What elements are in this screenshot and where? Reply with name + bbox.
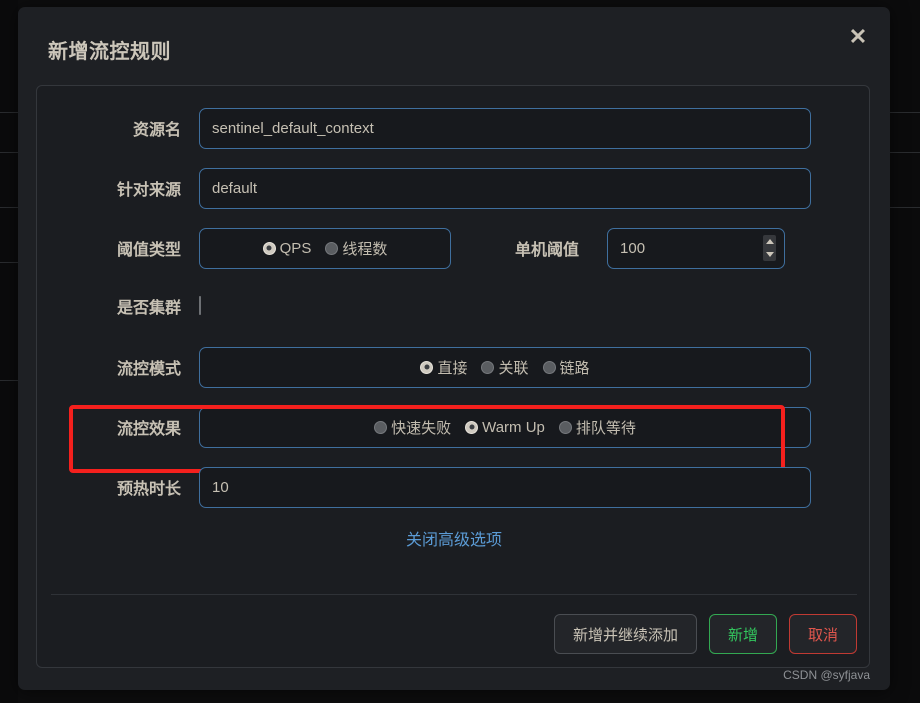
origin-label: 针对来源 bbox=[116, 182, 181, 199]
flow-effect-label: 流控效果 bbox=[116, 421, 181, 438]
radio-flow-mode-associate[interactable]: 关联 bbox=[481, 357, 529, 378]
add-button[interactable]: 新增 bbox=[708, 614, 777, 654]
form-row-resource: 资源名 bbox=[37, 106, 871, 150]
threshold-type-field: QPS 线程数 bbox=[199, 227, 451, 269]
close-icon[interactable]: ✕ bbox=[844, 23, 872, 51]
add-and-continue-button[interactable]: 新增并继续添加 bbox=[553, 614, 697, 654]
threshold-type-radio-group: QPS 线程数 bbox=[199, 227, 451, 269]
radio-dot-icon bbox=[558, 420, 572, 434]
background-row-divider bbox=[0, 262, 18, 263]
background-row-divider bbox=[890, 152, 920, 153]
warmup-duration-input[interactable] bbox=[199, 466, 811, 508]
radio-dot-icon bbox=[374, 420, 388, 434]
single-threshold-field bbox=[607, 227, 786, 269]
background-row-divider bbox=[890, 112, 920, 113]
radio-label: Warm Up bbox=[482, 418, 545, 436]
radio-label: QPS bbox=[279, 239, 312, 257]
footer-divider bbox=[51, 594, 857, 595]
background-row-divider bbox=[0, 112, 18, 113]
flow-rule-form: 资源名 针对来源 阈值类型 QPS bbox=[36, 85, 870, 668]
resource-field bbox=[199, 107, 811, 149]
radio-dot-icon bbox=[481, 360, 495, 374]
radio-label: 链路 bbox=[559, 359, 590, 377]
background-table-column bbox=[0, 0, 18, 703]
radio-threshold-type-thread[interactable]: 线程数 bbox=[325, 238, 387, 259]
cancel-button[interactable]: 取消 bbox=[788, 614, 857, 654]
background-row-divider bbox=[0, 152, 18, 153]
origin-input[interactable] bbox=[199, 167, 811, 209]
radio-flow-effect-fast-fail[interactable]: 快速失败 bbox=[374, 417, 451, 438]
resource-label: 资源名 bbox=[132, 122, 181, 139]
form-row-warmup-duration: 预热时长 bbox=[37, 465, 871, 509]
dialog-title: 新增流控规则 bbox=[48, 41, 171, 63]
toggle-advanced-options-link[interactable]: 关闭高级选项 bbox=[37, 526, 871, 550]
radio-flow-effect-warm-up[interactable]: Warm Up bbox=[465, 419, 545, 436]
flow-mode-radio-group: 直接 关联 链路 bbox=[199, 346, 811, 388]
cluster-checkbox[interactable] bbox=[199, 296, 201, 315]
form-row-origin: 针对来源 bbox=[37, 166, 871, 210]
radio-dot-icon bbox=[325, 241, 339, 255]
radio-label: 关联 bbox=[498, 359, 529, 377]
origin-field bbox=[199, 167, 811, 209]
radio-dot-icon bbox=[262, 241, 276, 255]
single-threshold-stepper[interactable] bbox=[763, 235, 777, 261]
flow-effect-radio-group: 快速失败 Warm Up 排队等待 bbox=[199, 406, 811, 448]
radio-dot-icon bbox=[465, 420, 479, 434]
background-row-divider bbox=[0, 207, 18, 208]
single-threshold-input[interactable] bbox=[607, 227, 786, 269]
radio-label: 直接 bbox=[437, 359, 468, 377]
form-row-threshold-type: 阈值类型 QPS 线程数 单机阈值 bbox=[37, 226, 871, 270]
radio-flow-mode-direct[interactable]: 直接 bbox=[420, 357, 467, 378]
background-row-divider bbox=[0, 380, 18, 381]
dialog-footer: 新增并继续添加 新增 取消 bbox=[37, 614, 857, 654]
flow-mode-label: 流控模式 bbox=[116, 361, 181, 378]
threshold-type-label: 阈值类型 bbox=[116, 242, 181, 259]
form-row-flow-effect: 流控效果 快速失败 Warm Up 排队等待 bbox=[37, 405, 871, 449]
radio-dot-icon bbox=[542, 360, 556, 374]
warmup-duration-label: 预热时长 bbox=[116, 481, 181, 498]
caret-down-icon[interactable] bbox=[765, 252, 774, 257]
warmup-duration-field bbox=[199, 466, 811, 508]
radio-dot-icon bbox=[420, 360, 434, 374]
radio-label: 线程数 bbox=[342, 240, 388, 258]
add-flow-rule-dialog: 新增流控规则 ✕ 资源名 针对来源 阈值类型 bbox=[18, 7, 890, 690]
form-row-flow-mode: 流控模式 直接 关联 链路 bbox=[37, 345, 871, 389]
single-threshold-label: 单机阈值 bbox=[515, 242, 580, 259]
cluster-label: 是否集群 bbox=[116, 300, 181, 317]
background-row-divider bbox=[890, 207, 920, 208]
radio-flow-mode-chain[interactable]: 链路 bbox=[542, 357, 590, 378]
radio-flow-effect-queue[interactable]: 排队等待 bbox=[558, 417, 636, 438]
background-right-column bbox=[890, 0, 920, 703]
watermark: CSDN @syfjava bbox=[783, 668, 870, 682]
resource-input[interactable] bbox=[199, 107, 811, 149]
radio-threshold-type-qps[interactable]: QPS bbox=[262, 239, 312, 257]
radio-label: 排队等待 bbox=[575, 419, 636, 437]
screen-root: 新增流控规则 ✕ 资源名 针对来源 阈值类型 bbox=[0, 0, 920, 703]
cluster-field bbox=[199, 296, 201, 315]
flow-effect-field: 快速失败 Warm Up 排队等待 bbox=[199, 406, 811, 448]
flow-mode-field: 直接 关联 链路 bbox=[199, 346, 811, 388]
caret-up-icon[interactable] bbox=[765, 239, 774, 244]
radio-label: 快速失败 bbox=[391, 419, 452, 437]
form-row-cluster: 是否集群 bbox=[37, 284, 871, 328]
